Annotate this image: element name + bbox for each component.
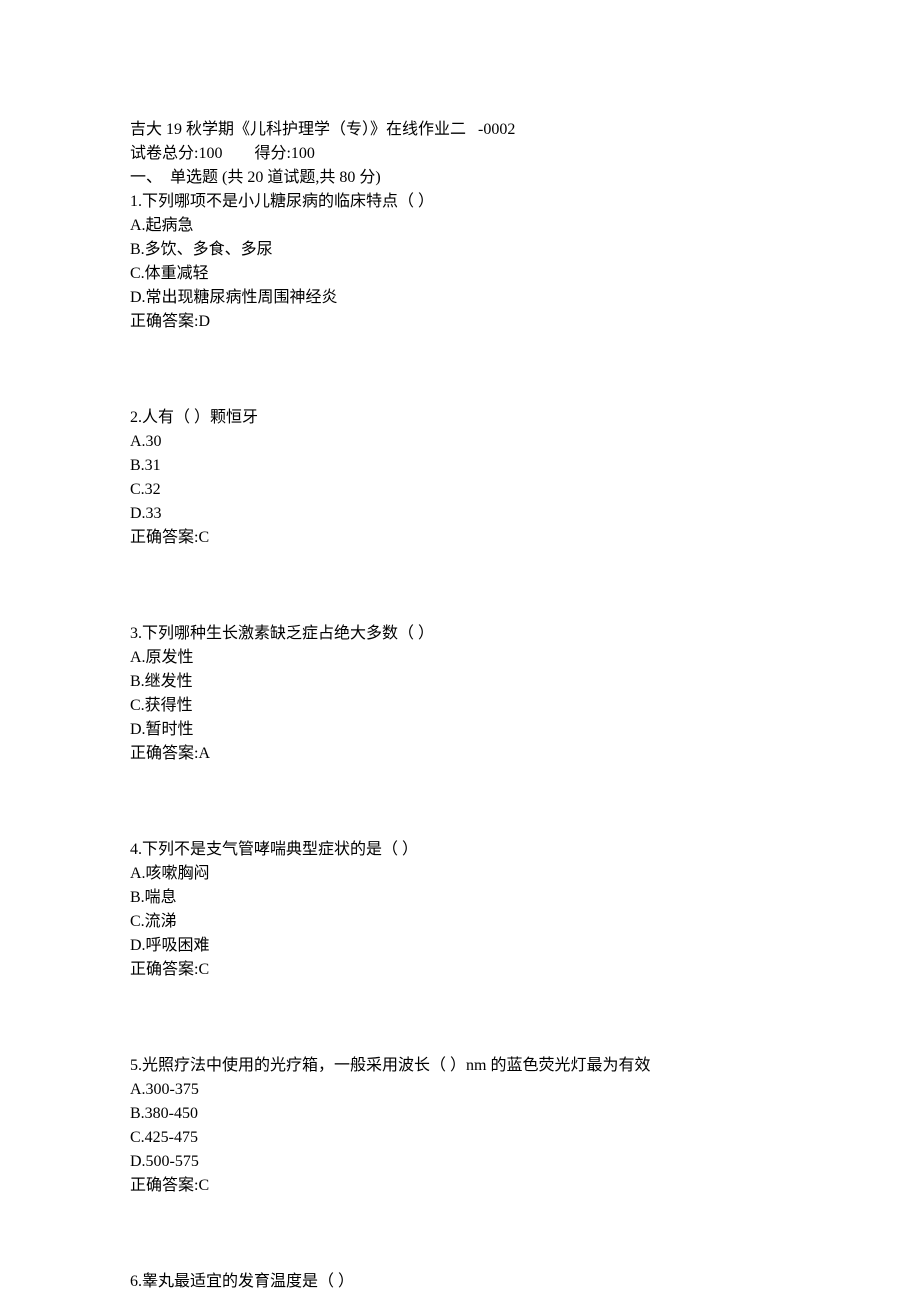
question-option: C.425-475 <box>130 1126 790 1150</box>
question-option: D.500-575 <box>130 1150 790 1174</box>
question-stem: 6.睾丸最适宜的发育温度是（ ） <box>130 1270 790 1294</box>
score-line: 试卷总分:100 得分:100 <box>130 142 790 166</box>
question-answer: 正确答案:A <box>130 742 790 766</box>
question-option: D.暂时性 <box>130 718 790 742</box>
question-answer: 正确答案:C <box>130 958 790 982</box>
question-stem: 1.下列哪项不是小儿糖尿病的临床特点（ ） <box>130 190 790 214</box>
question-block: 4.下列不是支气管哮喘典型症状的是（ ）A.咳嗽胸闷B.喘息C.流涕D.呼吸困难… <box>130 838 790 982</box>
question-option: A.起病急 <box>130 214 790 238</box>
question-option: B.喘息 <box>130 886 790 910</box>
question-option: B.继发性 <box>130 670 790 694</box>
question-option: C.获得性 <box>130 694 790 718</box>
question-option: D.呼吸困难 <box>130 934 790 958</box>
question-answer: 正确答案:C <box>130 526 790 550</box>
question-stem: 5.光照疗法中使用的光疗箱，一般采用波长（ ）nm 的蓝色荧光灯最为有效 <box>130 1054 790 1078</box>
question-option: A.30 <box>130 430 790 454</box>
question-option: D.常出现糖尿病性周围神经炎 <box>130 286 790 310</box>
question-option: B.380-450 <box>130 1102 790 1126</box>
question-stem: 4.下列不是支气管哮喘典型症状的是（ ） <box>130 838 790 862</box>
question-option: D.33 <box>130 502 790 526</box>
question-option: B.31 <box>130 454 790 478</box>
page: 吉大 19 秋学期《儿科护理学（专）》在线作业二 -0002 试卷总分:100 … <box>0 0 920 1302</box>
question-block: 1.下列哪项不是小儿糖尿病的临床特点（ ）A.起病急B.多饮、多食、多尿C.体重… <box>130 190 790 334</box>
question-answer: 正确答案:C <box>130 1174 790 1198</box>
question-stem: 2.人有（ ）颗恒牙 <box>130 406 790 430</box>
section-title: 一、 单选题 (共 20 道试题,共 80 分) <box>130 166 790 190</box>
question-option: C.32 <box>130 478 790 502</box>
question-option: C.流涕 <box>130 910 790 934</box>
question-option: A.300-375 <box>130 1078 790 1102</box>
question-block: 3.下列哪种生长激素缺乏症占绝大多数（ ）A.原发性B.继发性C.获得性D.暂时… <box>130 622 790 766</box>
question-block: 5.光照疗法中使用的光疗箱，一般采用波长（ ）nm 的蓝色荧光灯最为有效A.30… <box>130 1054 790 1198</box>
question-answer: 正确答案:D <box>130 310 790 334</box>
exam-title: 吉大 19 秋学期《儿科护理学（专）》在线作业二 -0002 <box>130 118 790 142</box>
question-block: 6.睾丸最适宜的发育温度是（ ） <box>130 1270 790 1294</box>
question-option: C.体重减轻 <box>130 262 790 286</box>
question-option: A.咳嗽胸闷 <box>130 862 790 886</box>
question-stem: 3.下列哪种生长激素缺乏症占绝大多数（ ） <box>130 622 790 646</box>
question-option: B.多饮、多食、多尿 <box>130 238 790 262</box>
question-option: A.原发性 <box>130 646 790 670</box>
question-block: 2.人有（ ）颗恒牙A.30B.31C.32D.33正确答案:C <box>130 406 790 550</box>
questions-container: 1.下列哪项不是小儿糖尿病的临床特点（ ）A.起病急B.多饮、多食、多尿C.体重… <box>130 190 790 1294</box>
